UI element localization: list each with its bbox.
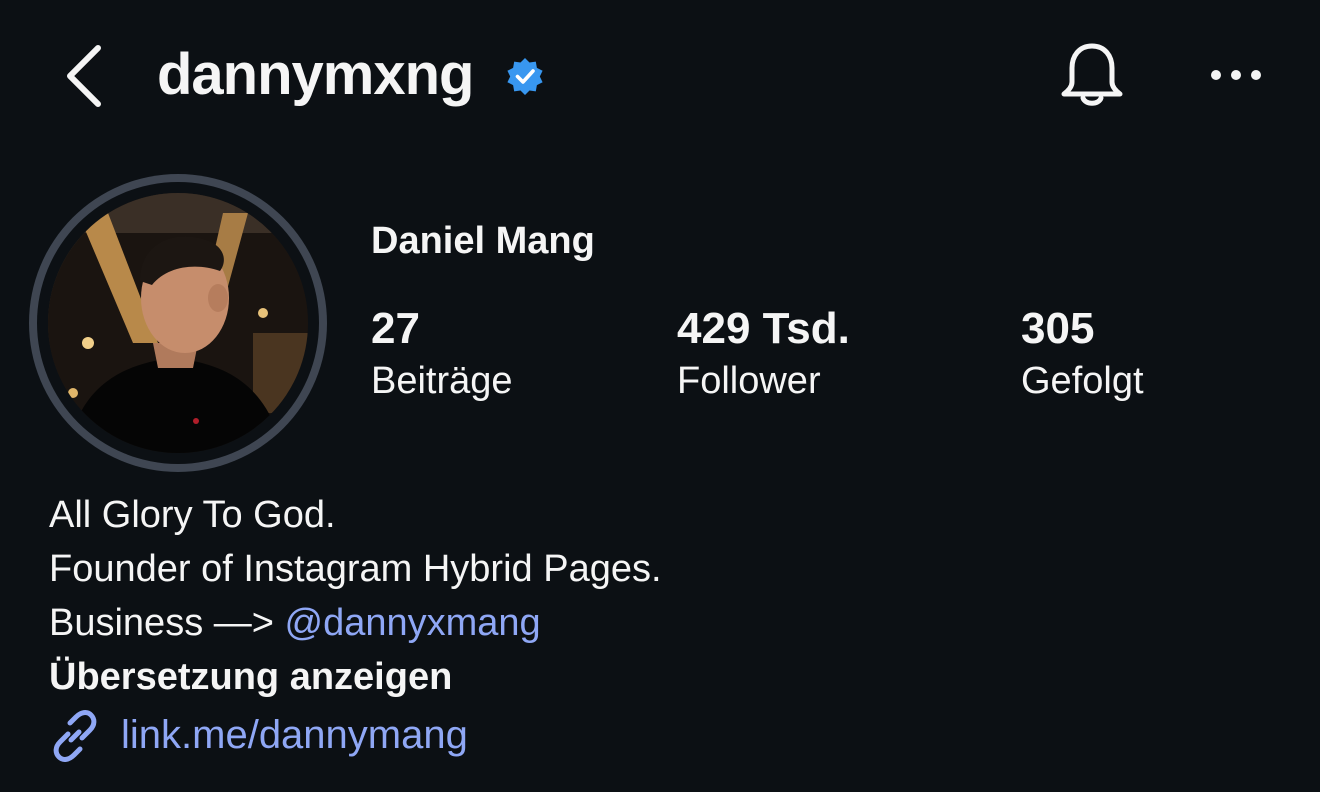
profile-avatar xyxy=(48,193,308,453)
verified-badge-icon xyxy=(507,58,543,95)
bio-line: Founder of Instagram Hybrid Pages. xyxy=(49,548,662,590)
profile-photo xyxy=(48,193,308,453)
stat-followers-count: 429 Tsd. xyxy=(677,304,850,353)
profile-username: dannymxng xyxy=(157,42,474,107)
stat-following-label: Gefolgt xyxy=(1021,360,1144,402)
business-mention-link[interactable]: @dannyxmang xyxy=(285,602,541,644)
more-horizontal-icon xyxy=(1211,70,1261,80)
stat-posts[interactable]: 27 Beiträge xyxy=(371,302,513,412)
bio-line: All Glory To God. xyxy=(49,494,336,536)
bell-icon xyxy=(1061,43,1123,106)
bio-business-prefix: Business —> xyxy=(49,602,285,644)
profile-full-name: Daniel Mang xyxy=(371,220,595,262)
bio-line: Business —> @dannyxmang xyxy=(49,596,662,650)
stat-following[interactable]: 305 Gefolgt xyxy=(1021,302,1144,412)
stat-followers[interactable]: 429 Tsd. Follower xyxy=(677,302,850,412)
stat-posts-count: 27 xyxy=(371,304,420,353)
profile-bio: All Glory To God. Founder of Instagram H… xyxy=(49,488,662,704)
see-translation-button[interactable]: Übersetzung anzeigen xyxy=(49,650,662,704)
back-button[interactable] xyxy=(58,40,114,112)
notifications-button[interactable] xyxy=(1058,40,1126,112)
more-options-button[interactable] xyxy=(1204,58,1268,92)
link-icon xyxy=(53,710,97,762)
profile-header: dannymxng xyxy=(0,0,1320,150)
avatar-ring[interactable] xyxy=(29,174,327,472)
chevron-left-icon xyxy=(67,45,101,107)
stat-posts-label: Beiträge xyxy=(371,360,513,402)
stat-following-count: 305 xyxy=(1021,304,1095,353)
external-link-text: link.me/dannymang xyxy=(121,713,468,757)
stat-followers-label: Follower xyxy=(677,360,821,402)
